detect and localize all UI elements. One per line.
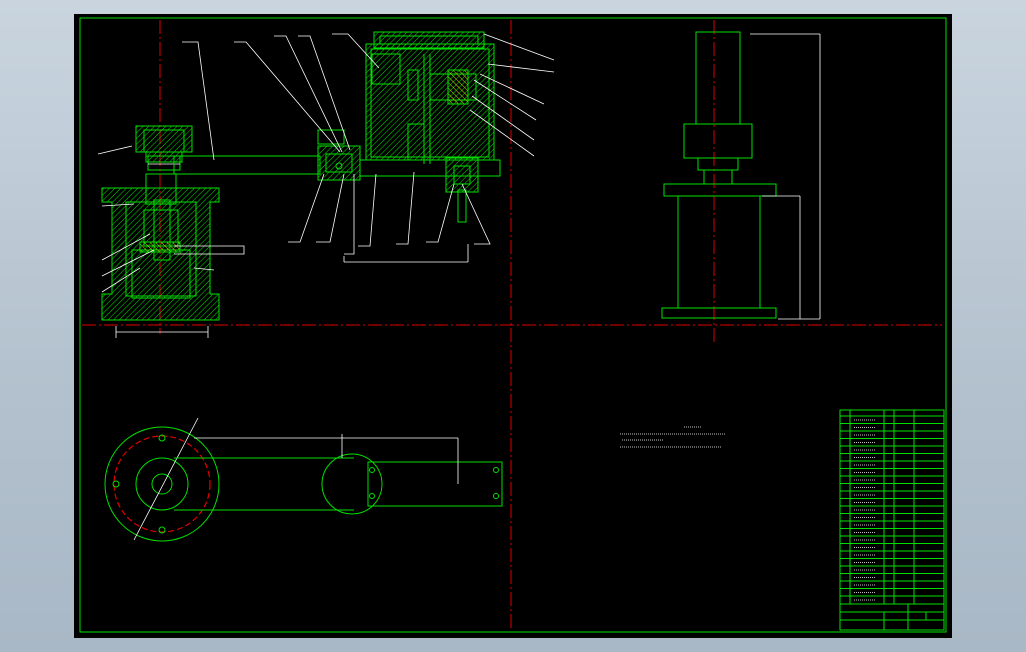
parts-list-table (839, 409, 945, 631)
engineering-drawing (79, 17, 947, 633)
technical-notes (620, 426, 726, 448)
top-view (104, 417, 503, 542)
side-view (661, 31, 821, 320)
cad-viewport[interactable] (74, 14, 952, 638)
front-section-view (101, 31, 501, 321)
center-lines (82, 20, 942, 630)
